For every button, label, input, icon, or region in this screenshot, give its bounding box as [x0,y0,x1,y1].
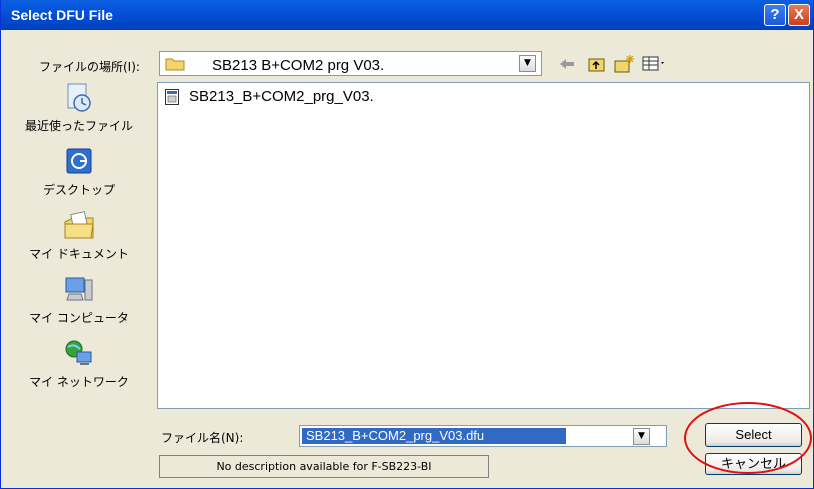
place-label: 最近使ったファイル [24,119,133,133]
look-in-value: SB213 B+COM2 prg V03. [212,57,385,74]
new-folder-icon[interactable] [613,54,635,74]
folder-icon [165,58,185,71]
place-label: デスクトップ [42,183,115,197]
file-name-dropdown-arrow[interactable]: ▼ [633,428,650,445]
close-button[interactable]: X [788,4,810,26]
back-arrow-icon[interactable] [558,56,576,72]
file-name-input[interactable]: SB213_B+COM2_prg_V03.dfu ▼ [299,425,667,447]
select-dfu-dialog: Select DFU File ? X ファイルの場所(I): SB213 B+… [0,0,814,489]
place-my-documents[interactable]: マイ ドキュメント [9,210,149,262]
my-network-icon [65,340,92,365]
place-label: マイ ネットワーク [29,375,129,389]
look-in-combobox[interactable]: SB213 B+COM2 prg V03. ▼ [159,51,542,76]
description-box: No description available for F-SB223-BI [159,455,489,478]
places-bar: 最近使ったファイル デスクトップ マイ ドキュメント マイ コンピュータ マイ … [9,82,149,404]
file-name-value: SB213_B+COM2_prg_V03.dfu [302,428,566,444]
desktop-icon [66,148,92,174]
my-documents-icon [64,211,94,239]
highlight-annotation [684,402,812,474]
up-folder-icon[interactable] [587,55,607,73]
title-bar[interactable]: Select DFU File ? X [1,0,813,30]
look-in-dropdown-arrow[interactable]: ▼ [519,55,536,72]
help-button[interactable]: ? [764,4,786,26]
file-name: SB213_B+COM2_prg_V03. [189,88,374,105]
place-my-computer[interactable]: マイ コンピュータ [9,274,149,326]
view-menu-icon[interactable] [641,55,667,73]
dfu-file-icon [165,88,179,105]
file-name-label: ファイル名(N): [161,431,244,445]
place-label: マイ ドキュメント [29,247,129,261]
window-title: Select DFU File [11,7,113,23]
my-computer-icon [65,277,93,301]
place-label: マイ コンピュータ [29,311,129,325]
place-my-network[interactable]: マイ ネットワーク [9,338,149,390]
place-recent-files[interactable]: 最近使ったファイル [9,82,149,134]
place-desktop[interactable]: デスクトップ [9,146,149,198]
look-in-label: ファイルの場所(I): [39,60,140,74]
file-list[interactable]: SB213_B+COM2_prg_V03. [157,82,810,409]
recent-files-icon [67,83,91,112]
file-item[interactable]: SB213_B+COM2_prg_V03. [165,88,374,105]
